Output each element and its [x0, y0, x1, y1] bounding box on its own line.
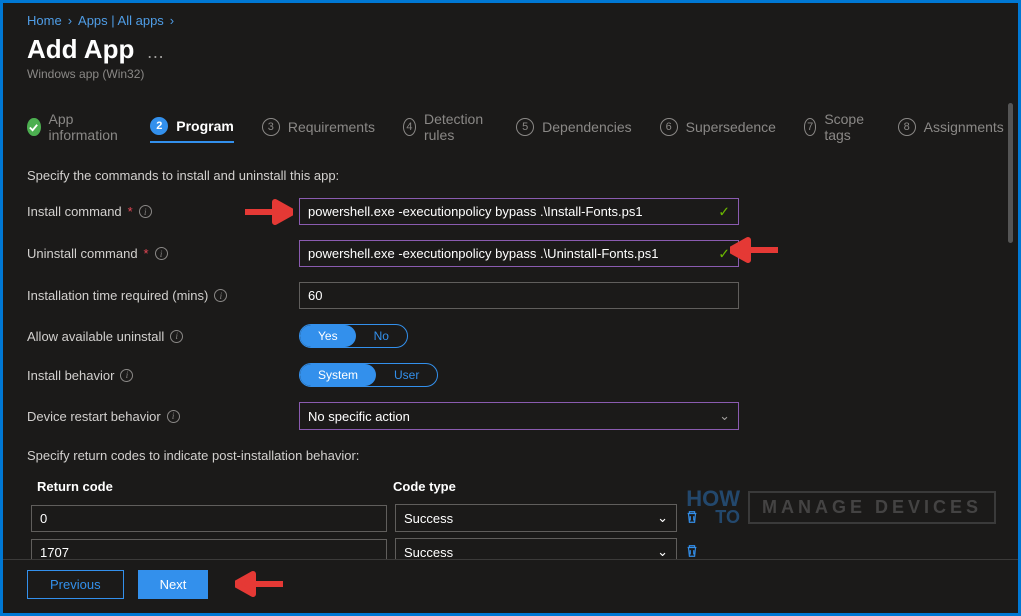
chevron-down-icon: ⌄: [657, 544, 668, 560]
page-subtitle: Windows app (Win32): [27, 67, 994, 81]
delete-row-button[interactable]: [685, 544, 699, 561]
scrollbar[interactable]: [1005, 93, 1015, 553]
step-number-icon: 8: [898, 118, 916, 136]
return-code-input[interactable]: [31, 505, 387, 532]
step-number-icon: 4: [403, 118, 416, 136]
more-icon[interactable]: …: [146, 42, 164, 63]
info-icon[interactable]: i: [214, 289, 227, 302]
footer: Previous Next: [3, 559, 1018, 613]
tab-app-information[interactable]: App information: [27, 111, 122, 149]
toggle-system[interactable]: System: [300, 364, 376, 386]
checkmark-icon: ✓: [718, 245, 730, 262]
toggle-no[interactable]: No: [356, 325, 407, 347]
tab-requirements[interactable]: 3 Requirements: [262, 118, 375, 142]
step-number-icon: 7: [804, 118, 816, 136]
select-value: No specific action: [308, 409, 410, 424]
uninstall-command-label: Uninstall command* i: [27, 246, 299, 261]
tab-scope-tags[interactable]: 7 Scope tags: [804, 111, 870, 149]
section-return-codes-label: Specify return codes to indicate post-in…: [27, 448, 994, 463]
table-row: Success ⌄: [27, 504, 994, 532]
tab-label: Supersedence: [686, 119, 776, 135]
breadcrumb-apps[interactable]: Apps | All apps: [78, 13, 164, 28]
page-title: Add App: [27, 34, 134, 65]
tab-label: Detection rules: [424, 111, 488, 143]
col-code-type: Code type: [393, 479, 984, 494]
info-icon[interactable]: i: [155, 247, 168, 260]
tab-label: Requirements: [288, 119, 375, 135]
tab-label: Program: [176, 118, 234, 134]
check-icon: [27, 118, 41, 136]
install-time-label: Installation time required (mins) i: [27, 288, 299, 303]
select-value: Success: [404, 545, 453, 560]
toggle-yes[interactable]: Yes: [300, 325, 356, 347]
tab-label: Scope tags: [824, 111, 869, 143]
restart-behavior-label: Device restart behavior i: [27, 409, 299, 424]
step-number-icon: 6: [660, 118, 678, 136]
previous-button[interactable]: Previous: [27, 570, 124, 599]
tab-detection-rules[interactable]: 4 Detection rules: [403, 111, 488, 149]
tab-label: Assignments: [924, 119, 1004, 135]
col-return-code: Return code: [37, 479, 393, 494]
step-number-icon: 5: [516, 118, 534, 136]
info-icon[interactable]: i: [120, 369, 133, 382]
tab-assignments[interactable]: 8 Assignments: [898, 118, 1004, 142]
allow-uninstall-toggle: Yes No: [299, 324, 408, 348]
chevron-right-icon: ›: [170, 13, 174, 28]
step-number-icon: 3: [262, 118, 280, 136]
info-icon[interactable]: i: [139, 205, 152, 218]
install-time-input[interactable]: [299, 282, 739, 309]
tab-supersedence[interactable]: 6 Supersedence: [660, 118, 776, 142]
tab-label: Dependencies: [542, 119, 632, 135]
toggle-user[interactable]: User: [376, 364, 437, 386]
tab-program[interactable]: 2 Program: [150, 117, 234, 143]
breadcrumb: Home › Apps | All apps ›: [27, 11, 994, 28]
chevron-right-icon: ›: [68, 13, 72, 28]
next-button[interactable]: Next: [138, 570, 209, 599]
tab-dependencies[interactable]: 5 Dependencies: [516, 118, 632, 142]
tab-label: App information: [49, 111, 123, 143]
select-value: Success: [404, 511, 453, 526]
restart-behavior-select[interactable]: No specific action ⌄: [299, 402, 739, 430]
checkmark-icon: ✓: [718, 203, 730, 220]
install-command-label: Install command* i: [27, 204, 299, 219]
delete-row-button[interactable]: [685, 510, 699, 527]
return-codes-header: Return code Code type: [27, 475, 994, 498]
step-number-icon: 2: [150, 117, 168, 135]
install-behavior-label: Install behavior i: [27, 368, 299, 383]
install-behavior-toggle: System User: [299, 363, 438, 387]
chevron-down-icon: ⌄: [657, 510, 668, 526]
info-icon[interactable]: i: [167, 410, 180, 423]
allow-uninstall-label: Allow available uninstall i: [27, 329, 299, 344]
uninstall-command-input[interactable]: [300, 241, 738, 266]
chevron-down-icon: ⌄: [719, 408, 730, 424]
wizard-tabs: App information 2 Program 3 Requirements…: [27, 111, 994, 150]
code-type-select[interactable]: Success ⌄: [395, 504, 677, 532]
section-commands-label: Specify the commands to install and unin…: [27, 168, 994, 183]
info-icon[interactable]: i: [170, 330, 183, 343]
install-command-input[interactable]: [300, 199, 738, 224]
breadcrumb-home[interactable]: Home: [27, 13, 62, 28]
